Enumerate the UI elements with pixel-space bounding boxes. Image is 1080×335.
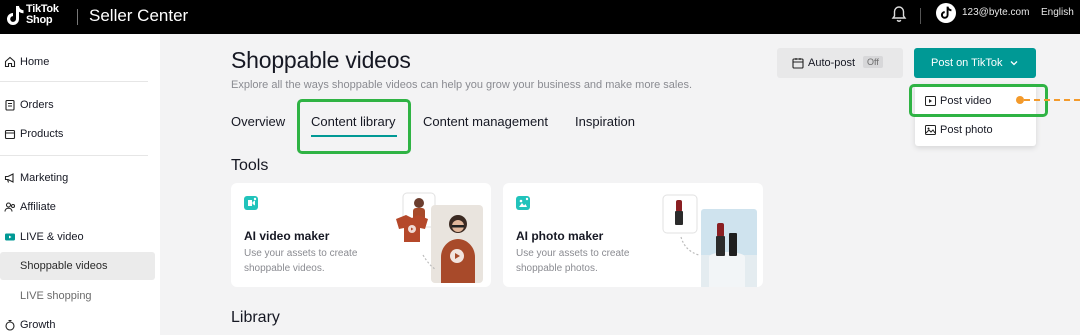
sidebar-item-label: Affiliate	[20, 201, 56, 213]
sidebar: Home Orders Products Marketing Affiliate…	[0, 34, 160, 335]
page-title: Shoppable videos	[231, 47, 411, 73]
products-icon	[4, 129, 16, 140]
card-description: Use your assets to create shoppable phot…	[516, 248, 630, 274]
sidebar-item-label: LIVE shopping	[20, 290, 92, 302]
page-subtitle: Explore all the ways shoppable videos ca…	[231, 79, 693, 91]
photo-maker-illustration	[662, 194, 757, 287]
chevron-down-icon	[1010, 61, 1018, 66]
sidebar-item-affiliate[interactable]: Affiliate	[0, 193, 155, 221]
ai-photo-maker-card[interactable]: AI photo maker Use your assets to create…	[503, 183, 763, 287]
home-icon	[4, 56, 16, 68]
sidebar-divider	[0, 81, 148, 82]
megaphone-icon	[4, 173, 14, 183]
sidebar-item-home[interactable]: Home	[0, 48, 155, 76]
bell-icon[interactable]	[891, 5, 907, 23]
ai-photo-icon	[516, 196, 530, 210]
brand-divider	[77, 9, 78, 25]
library-heading: Library	[231, 309, 280, 326]
live-video-icon	[5, 233, 15, 241]
sidebar-item-orders[interactable]: Orders	[0, 91, 155, 119]
sidebar-divider	[0, 155, 148, 156]
tab-content-management[interactable]: Content management	[423, 114, 548, 129]
topbar-divider	[920, 8, 921, 24]
tiktok-avatar-icon	[940, 6, 952, 19]
video-maker-illustration	[396, 192, 483, 283]
annotation-line	[1024, 99, 1080, 101]
top-bar: TikTok Shop Seller Center 123@byte.com E…	[0, 0, 1080, 34]
photo-icon	[925, 125, 936, 135]
sidebar-item-label: Orders	[20, 99, 54, 111]
card-description: Use your assets to create shoppable vide…	[244, 248, 358, 274]
tab-overview[interactable]: Overview	[231, 114, 285, 129]
orders-icon	[5, 99, 15, 111]
tiktok-shop-logo[interactable]: TikTok Shop	[4, 2, 66, 32]
logo-line-2: Shop	[26, 14, 53, 26]
sidebar-item-shoppable-videos[interactable]: Shoppable videos	[0, 252, 155, 280]
post-on-tiktok-label: Post on TikTok	[931, 57, 1003, 69]
language-selector[interactable]: English	[1041, 7, 1074, 18]
tab-inspiration[interactable]: Inspiration	[575, 114, 635, 129]
account-email[interactable]: 123@byte.com	[962, 7, 1029, 18]
ai-video-icon	[244, 196, 258, 210]
auto-post-button[interactable]: Auto-post Off	[777, 48, 903, 78]
card-title: AI video maker	[244, 229, 330, 243]
sidebar-item-live-shopping[interactable]: LIVE shopping	[0, 282, 155, 310]
affiliate-icon	[4, 202, 15, 212]
sidebar-item-label: Products	[20, 128, 64, 140]
menu-item-post-photo[interactable]: Post photo	[915, 116, 1036, 144]
auto-post-status-badge: Off	[863, 56, 883, 68]
growth-icon	[5, 320, 15, 331]
post-on-tiktok-button[interactable]: Post on TikTok	[914, 48, 1036, 78]
tiktok-note-icon	[7, 6, 24, 25]
menu-item-label: Post photo	[940, 124, 993, 136]
sidebar-item-growth[interactable]: Growth	[0, 311, 155, 335]
calendar-icon	[792, 58, 804, 69]
sidebar-item-products[interactable]: Products	[0, 120, 155, 148]
sidebar-item-live-video[interactable]: LIVE & video	[0, 223, 155, 251]
tools-heading: Tools	[231, 157, 269, 174]
sidebar-item-label: Shoppable videos	[20, 260, 108, 272]
sidebar-item-label: Home	[20, 56, 50, 68]
sidebar-item-label: LIVE & video	[20, 231, 84, 243]
sidebar-item-marketing[interactable]: Marketing	[0, 164, 155, 192]
card-title: AI photo maker	[516, 229, 604, 243]
tab-highlight-box	[297, 99, 411, 154]
app-title: Seller Center	[89, 6, 189, 25]
avatar[interactable]	[936, 3, 956, 23]
sidebar-item-label: Growth	[20, 319, 56, 331]
sidebar-item-label: Marketing	[20, 172, 69, 184]
auto-post-label: Auto-post	[808, 57, 856, 69]
ai-video-maker-card[interactable]: AI video maker Use your assets to create…	[231, 183, 491, 287]
annotation-dot	[1016, 96, 1024, 104]
